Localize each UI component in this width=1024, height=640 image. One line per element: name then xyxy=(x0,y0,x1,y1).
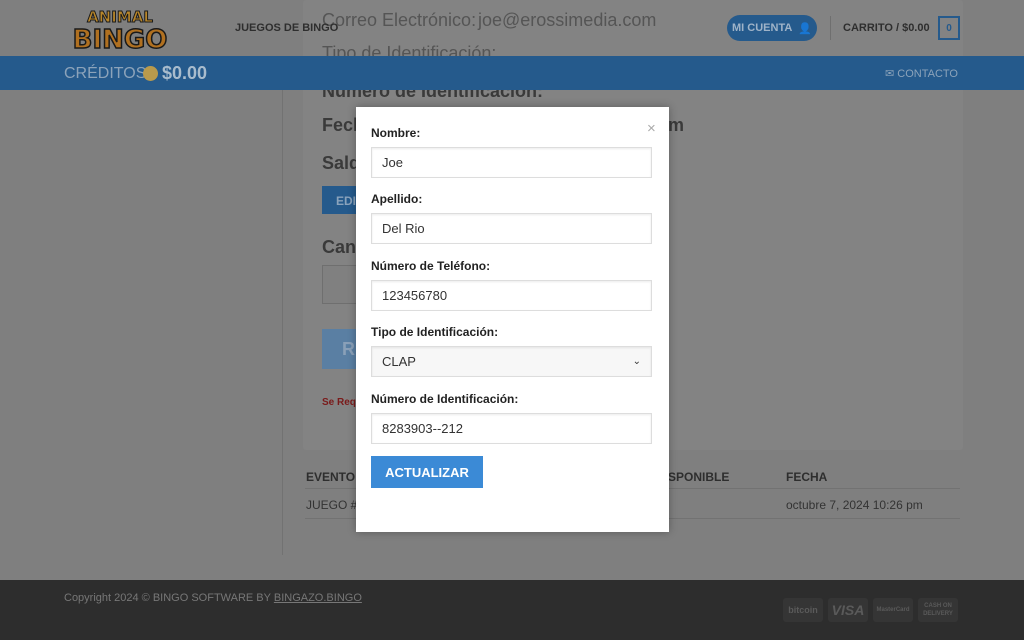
my-account-label: MI CUENTA xyxy=(732,22,793,34)
phone-input[interactable]: 123456780 xyxy=(371,280,652,311)
copyright: Copyright 2024 © BINGO SOFTWARE BY BINGA… xyxy=(64,592,362,604)
id-type-value: CLAP xyxy=(382,354,416,369)
mastercard-icon: MasterCard xyxy=(873,598,913,622)
user-icon: 👤 xyxy=(798,22,812,35)
contact-label: CONTACTO xyxy=(897,68,958,80)
id-number-label: Número de Identificación: xyxy=(371,392,519,406)
close-icon[interactable]: × xyxy=(647,120,656,137)
envelope-icon: ✉ xyxy=(885,68,895,80)
cash-on-delivery-icon: CASH ON DELIVERY xyxy=(918,598,958,622)
logo[interactable]: ANIMAL BINGO xyxy=(64,4,176,56)
table-cell: octubre 7, 2024 10:26 pm xyxy=(786,498,923,512)
sidebar-divider xyxy=(282,90,283,555)
id-type-select[interactable]: CLAP ⌄ xyxy=(371,346,652,377)
credits-label: CRÉDITOS xyxy=(64,65,147,82)
email-value: joe@erossimedia.com xyxy=(478,10,657,30)
bitcoin-icon: bitcoin xyxy=(783,598,823,622)
divider xyxy=(830,16,831,40)
svg-text:BINGO: BINGO xyxy=(73,25,168,52)
email-label: Correo Electrónico: xyxy=(322,10,477,30)
first-name-label: Nombre: xyxy=(371,126,421,140)
last-name-input[interactable]: Del Rio xyxy=(371,213,652,244)
coin-icon xyxy=(143,66,158,81)
table-header-fecha: FECHA xyxy=(786,470,828,484)
cart-link[interactable]: CARRITO / $0.00 xyxy=(843,22,930,34)
id-type-label: Tipo de Identificación: xyxy=(371,325,499,339)
my-account-button[interactable]: MI CUENTA 👤 xyxy=(727,15,817,41)
last-name-label: Apellido: xyxy=(371,192,423,206)
contact-link[interactable]: ✉ CONTACTO xyxy=(885,67,958,80)
cart-bag-icon[interactable]: 0 xyxy=(938,16,960,40)
update-button[interactable]: ACTUALIZAR xyxy=(371,456,483,488)
required-note: Se Req xyxy=(322,397,356,408)
svg-text:ANIMAL: ANIMAL xyxy=(87,8,153,26)
footer-link[interactable]: BINGAZO.BINGO xyxy=(274,592,362,604)
visa-icon: VISA xyxy=(828,598,868,622)
credits-value: $0.00 xyxy=(162,63,208,83)
nav-bingo-games[interactable]: JUEGOS DE BINGO xyxy=(235,22,338,34)
phone-label: Número de Teléfono: xyxy=(371,259,491,273)
id-number-input[interactable]: 8283903--212 xyxy=(371,413,652,444)
table-header-evento: EVENTO xyxy=(306,470,356,484)
first-name-input[interactable]: Joe xyxy=(371,147,652,178)
edit-profile-modal: × Nombre: Joe Apellido: Del Rio Número d… xyxy=(356,107,669,532)
chevron-down-icon: ⌄ xyxy=(632,356,641,367)
date-value: m xyxy=(668,115,685,135)
footer xyxy=(0,580,1024,640)
cart-count: 0 xyxy=(946,22,952,34)
